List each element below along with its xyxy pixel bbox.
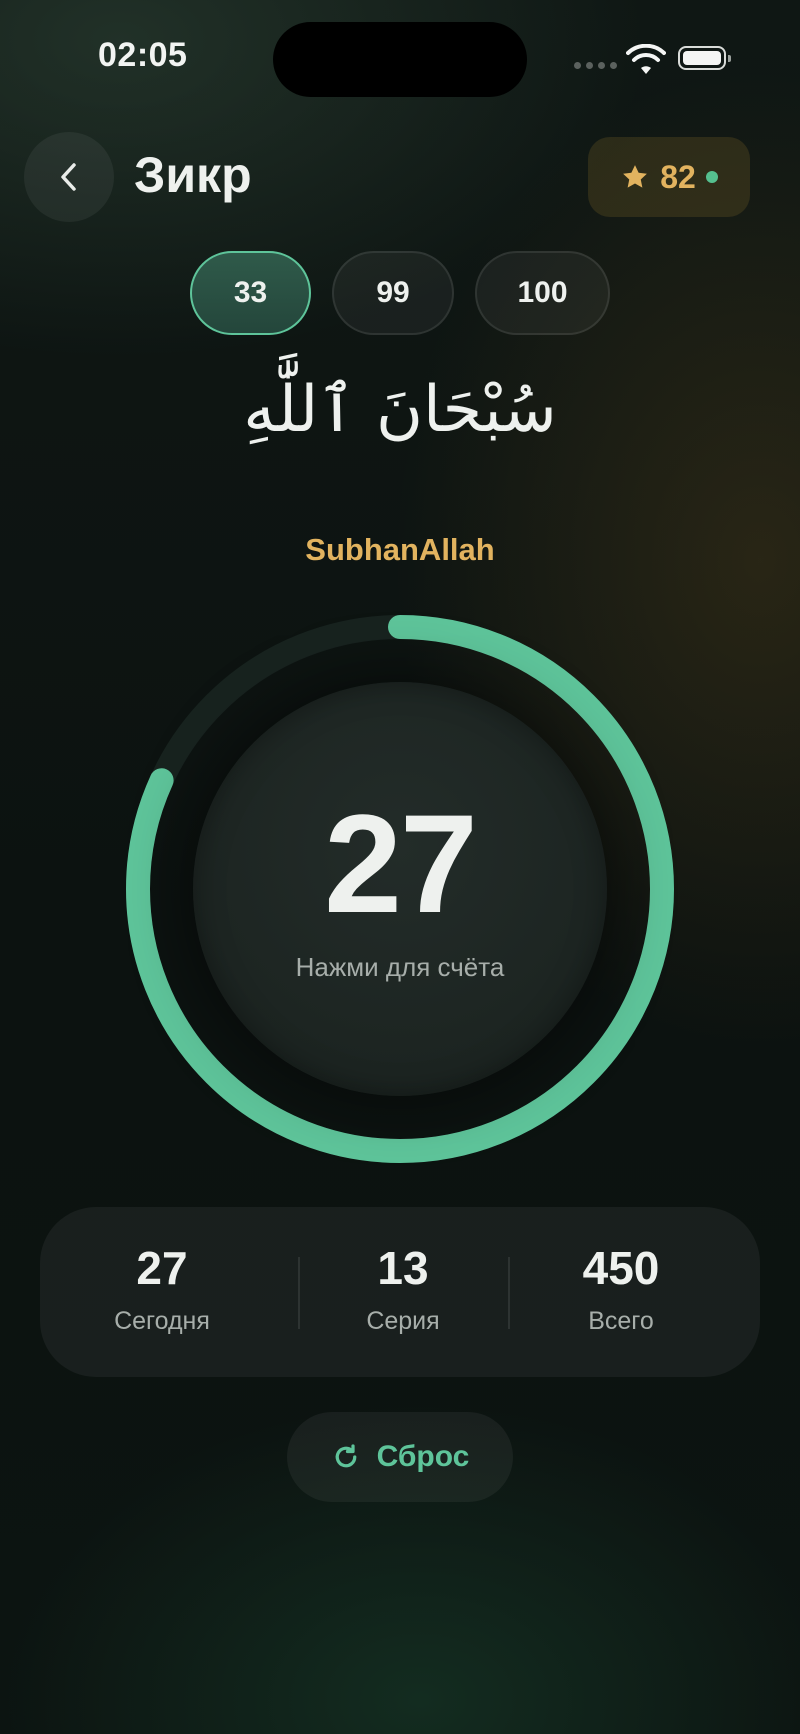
dhikr-arabic: سُبْحَانَ ٱللَّٰهِ <box>243 373 557 447</box>
target-chip-label: 33 <box>233 276 268 309</box>
wifi-icon <box>626 44 666 74</box>
stat-streak: 13 Серия <box>293 1245 513 1336</box>
star-icon <box>623 165 648 188</box>
status-time: 02:05 <box>98 36 188 74</box>
stat-value: 450 <box>582 1242 660 1294</box>
reset-button[interactable]: Сброс <box>287 1412 513 1502</box>
dynamic-island <box>273 22 527 97</box>
target-chip-100[interactable]: 100 <box>475 251 610 335</box>
stat-total: 450 Всего <box>511 1245 731 1336</box>
counter-ring[interactable]: 27 Нажми для счёта <box>125 614 675 1164</box>
target-chip-label: 99 <box>376 276 410 309</box>
target-chip-label: 100 <box>517 276 568 309</box>
reset-label: Сброс <box>376 1440 470 1473</box>
stat-label: Серия <box>366 1307 440 1335</box>
counter-value: 27 <box>324 785 478 942</box>
target-chip-33[interactable]: 33 <box>190 251 311 335</box>
back-button[interactable] <box>24 132 114 222</box>
counter-hint: Нажми для счёта <box>295 952 505 982</box>
refresh-icon <box>335 1444 356 1468</box>
stats-card: 27 Сегодня 13 Серия 450 Всего <box>40 1207 760 1377</box>
dhikr-transliteration: SubhanAllah <box>305 532 495 567</box>
cellular-signal-icon <box>574 62 617 69</box>
online-indicator <box>705 171 718 183</box>
chevron-left-icon <box>61 163 76 191</box>
target-chip-99[interactable]: 99 <box>332 251 454 335</box>
battery-icon <box>678 46 731 70</box>
points-badge[interactable]: 82 <box>588 137 750 217</box>
points-value: 82 <box>660 158 696 195</box>
stat-value: 13 <box>377 1242 429 1294</box>
stat-label: Всего <box>588 1307 654 1335</box>
divider <box>508 1257 510 1329</box>
stat-today: 27 Сегодня <box>52 1245 272 1336</box>
stat-value: 27 <box>136 1242 188 1294</box>
page-title: Зикр <box>134 147 252 203</box>
stat-label: Сегодня <box>114 1307 210 1335</box>
